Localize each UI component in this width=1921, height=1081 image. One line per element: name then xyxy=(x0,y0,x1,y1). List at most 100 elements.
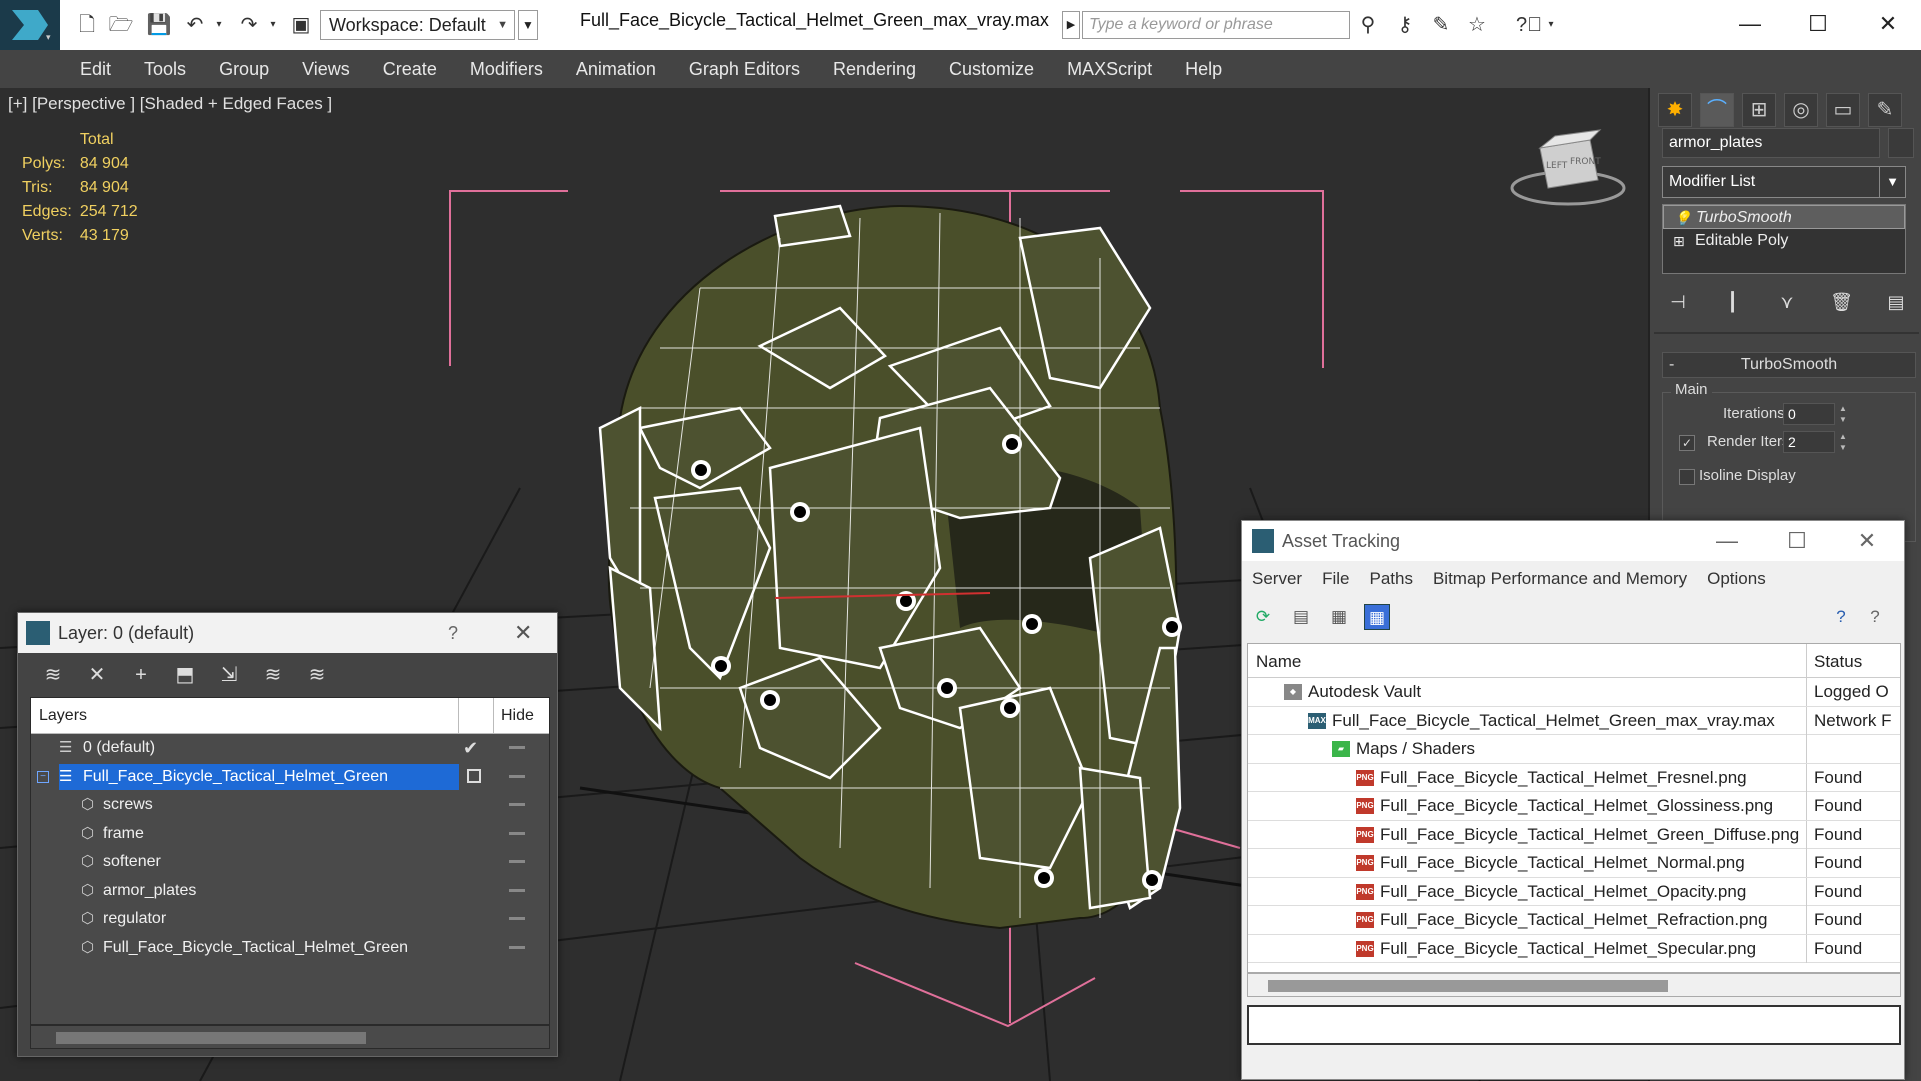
menu-animation[interactable]: Animation xyxy=(576,59,656,80)
delete-layer-icon[interactable]: ✕ xyxy=(82,660,112,690)
render-iters-checkbox[interactable]: ✓ xyxy=(1679,435,1695,451)
asset-dialog-titlebar[interactable]: Asset Tracking — ☐ ✕ xyxy=(1242,521,1904,561)
asset-row[interactable]: PNG Full_Face_Bicycle_Tactical_Helmet_Re… xyxy=(1248,906,1900,935)
menu-options[interactable]: Options xyxy=(1707,569,1766,589)
object-name-field[interactable]: armor_plates xyxy=(1662,128,1880,158)
list-view-icon[interactable]: ▤ xyxy=(1288,604,1314,630)
settings-help-icon[interactable]: ? xyxy=(1862,604,1888,630)
rollout-header[interactable]: - TurboSmooth xyxy=(1662,352,1916,378)
redo-icon[interactable]: ↷ xyxy=(236,12,262,38)
layer-row[interactable]: ⬡ frame xyxy=(31,820,549,849)
helmet-model[interactable] xyxy=(598,204,1182,930)
remove-modifier-icon[interactable]: 🗑 xyxy=(1826,287,1858,317)
redo-dropdown-icon[interactable]: ▾ xyxy=(266,12,280,38)
hide-toggle[interactable] xyxy=(509,774,525,778)
undo-icon[interactable]: ↶ xyxy=(182,12,208,38)
layer-row[interactable]: ⬡ armor_plates xyxy=(31,877,549,906)
make-unique-icon[interactable]: ⋎ xyxy=(1771,287,1803,317)
minimize-button[interactable]: — xyxy=(1720,4,1780,44)
menu-file[interactable]: File xyxy=(1322,569,1349,589)
hide-toggle[interactable] xyxy=(509,888,525,892)
col-name[interactable]: Name xyxy=(1256,652,1301,672)
asset-row[interactable]: ◆ Autodesk Vault Logged O xyxy=(1248,678,1900,707)
search-expand-button[interactable]: ▶ xyxy=(1062,11,1080,39)
asset-row[interactable]: PNG Full_Face_Bicycle_Tactical_Helmet_Gr… xyxy=(1248,820,1900,849)
grid-view-icon[interactable]: ▦ xyxy=(1364,604,1390,630)
close-icon[interactable]: ✕ xyxy=(514,613,532,653)
minimize-button[interactable]: — xyxy=(1702,521,1752,561)
undo-dropdown-icon[interactable]: ▾ xyxy=(212,12,226,38)
help-dropdown-icon[interactable]: ▾ xyxy=(1544,12,1558,38)
app-logo[interactable]: ▾ xyxy=(0,0,60,50)
maximize-button[interactable]: ☐ xyxy=(1772,521,1822,561)
layer-row[interactable]: ⬡ regulator xyxy=(31,905,549,934)
stack-item-editable-poly[interactable]: ⊞ Editable Poly xyxy=(1663,229,1905,253)
menu-edit[interactable]: Edit xyxy=(80,59,111,80)
scrollbar-thumb[interactable] xyxy=(1268,980,1668,992)
asset-row[interactable]: ▰ Maps / Shaders xyxy=(1248,735,1900,764)
asset-row[interactable]: PNG Full_Face_Bicycle_Tactical_Helmet_Sp… xyxy=(1248,934,1900,963)
menu-customize[interactable]: Customize xyxy=(949,59,1034,80)
workspace-dropdown[interactable]: Workspace: Default ▼ xyxy=(320,10,515,40)
display-tab-icon[interactable]: ▭ xyxy=(1826,93,1860,127)
create-tab-icon[interactable]: ✸ xyxy=(1658,93,1692,127)
menu-tools[interactable]: Tools xyxy=(144,59,186,80)
binoculars-icon[interactable]: ⚲ xyxy=(1355,12,1381,38)
hide-toggle[interactable] xyxy=(509,945,525,949)
layer-row-active[interactable]: − ☰ Full_Face_Bicycle_Tactical_Helmet_Gr… xyxy=(31,763,549,792)
menu-bitmap-performance[interactable]: Bitmap Performance and Memory xyxy=(1433,569,1687,589)
menu-help[interactable]: Help xyxy=(1185,59,1222,80)
checkmark-icon[interactable]: ✔ xyxy=(463,734,478,762)
layer-row[interactable]: ☰ 0 (default) ✔ xyxy=(31,734,549,763)
close-icon[interactable]: ✕ xyxy=(1842,521,1892,561)
hierarchy-tab-icon[interactable]: ⊞ xyxy=(1742,93,1776,127)
horizontal-scrollbar[interactable] xyxy=(1247,973,1901,997)
motion-tab-icon[interactable]: ◎ xyxy=(1784,93,1818,127)
menu-create[interactable]: Create xyxy=(383,59,437,80)
menu-server[interactable]: Server xyxy=(1252,569,1302,589)
layer-dialog-titlebar[interactable]: Layer: 0 (default) ? ✕ xyxy=(18,613,557,653)
menu-views[interactable]: Views xyxy=(302,59,350,80)
help-button[interactable]: ? xyxy=(448,613,458,653)
help-icon[interactable]: ?⃝ xyxy=(1516,12,1542,38)
stack-item-turbosmooth[interactable]: 💡 TurboSmooth xyxy=(1663,205,1905,229)
asset-row[interactable]: PNG Full_Face_Bicycle_Tactical_Helmet_Op… xyxy=(1248,877,1900,906)
horizontal-scrollbar[interactable] xyxy=(30,1025,550,1049)
create-layer-icon[interactable]: ≋ xyxy=(38,660,68,690)
col-status[interactable]: Status xyxy=(1814,652,1862,672)
hide-toggle[interactable] xyxy=(509,860,525,863)
isoline-display-checkbox[interactable] xyxy=(1679,469,1695,485)
workspace-menu-button[interactable]: ▼ xyxy=(518,10,538,40)
modifier-list-dropdown[interactable]: Modifier List ▼ xyxy=(1662,166,1906,198)
layer-row[interactable]: ⬡ screws xyxy=(31,791,549,820)
select-layer-icon[interactable]: ⇲ xyxy=(214,660,244,690)
search-input[interactable]: Type a keyword or phrase xyxy=(1082,11,1350,39)
star-icon[interactable]: ☆ xyxy=(1464,12,1490,38)
hide-all-icon[interactable]: ≋ xyxy=(258,660,288,690)
maximize-button[interactable]: ☐ xyxy=(1788,4,1848,44)
col-hide[interactable]: Hide xyxy=(501,707,534,725)
asset-path-field[interactable] xyxy=(1247,1005,1901,1045)
iterations-spinner[interactable]: 0 xyxy=(1783,403,1835,425)
utilities-tab-icon[interactable]: ✎ xyxy=(1868,93,1902,127)
layer-row[interactable]: ⬡ Full_Face_Bicycle_Tactical_Helmet_Gree… xyxy=(31,934,549,963)
add-to-layer-icon[interactable]: + xyxy=(126,660,156,690)
freeze-all-icon[interactable]: ≋ xyxy=(302,660,332,690)
viewcube[interactable]: LEFT FRONT xyxy=(1510,129,1626,206)
table-view-icon[interactable]: ▦ xyxy=(1326,604,1352,630)
asset-row[interactable]: PNG Full_Face_Bicycle_Tactical_Helmet_Gl… xyxy=(1248,792,1900,821)
spinner-arrows-icon[interactable]: ▲ ▼ xyxy=(1839,431,1849,453)
expand-plus-icon[interactable]: ⊞ xyxy=(1673,229,1685,253)
refresh-icon[interactable]: ⟳ xyxy=(1250,604,1276,630)
asset-row[interactable]: PNG Full_Face_Bicycle_Tactical_Helmet_Fr… xyxy=(1248,763,1900,792)
menu-group[interactable]: Group xyxy=(219,59,269,80)
menu-maxscript[interactable]: MAXScript xyxy=(1067,59,1152,80)
col-layers[interactable]: Layers xyxy=(39,707,87,725)
lightbulb-icon[interactable]: 💡 xyxy=(1674,206,1691,230)
save-icon[interactable]: 💾 xyxy=(146,12,172,38)
layer-row[interactable]: ⬡ softener xyxy=(31,848,549,877)
communication-icon[interactable]: ✎ xyxy=(1428,12,1454,38)
open-file-icon[interactable]: 🗁 xyxy=(108,12,134,38)
current-layer-toggle[interactable] xyxy=(467,768,481,783)
new-file-icon[interactable]: 🗋 xyxy=(74,12,100,38)
